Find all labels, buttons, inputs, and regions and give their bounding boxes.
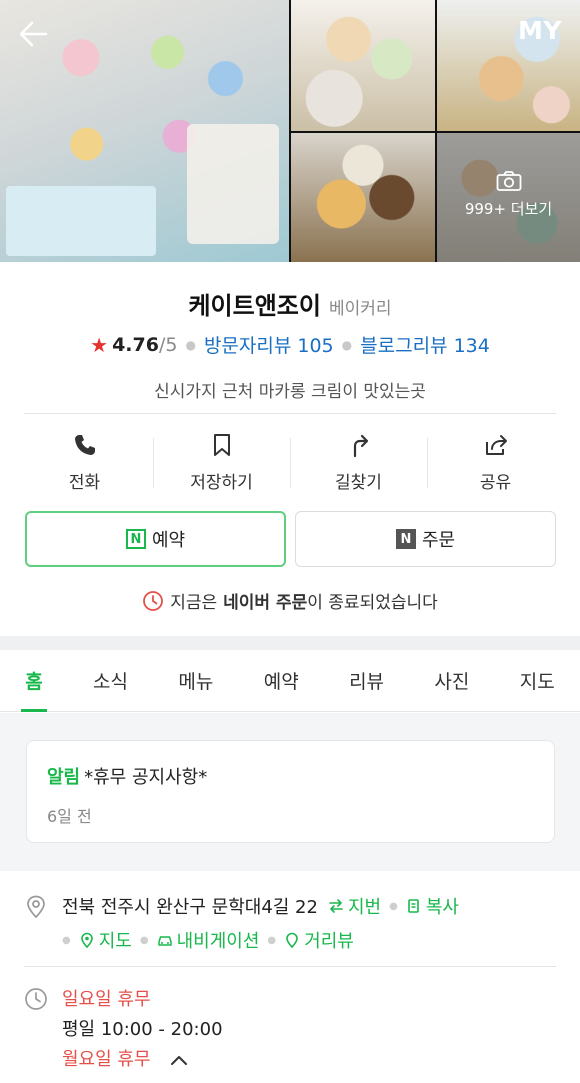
clock-icon: [25, 988, 47, 1010]
more-photos-button[interactable]: 999+ 더보기: [437, 170, 580, 219]
hours-monday: 월요일 휴무: [62, 1049, 151, 1070]
bookmark-icon: [213, 434, 230, 456]
order-closed-notice: 지금은 네이버 주문 이 종료되었습니다: [0, 588, 580, 613]
tab-map[interactable]: 지도: [516, 650, 559, 712]
map-pin-icon: [80, 932, 93, 948]
separator-dot: ●: [62, 934, 71, 946]
share-button[interactable]: 공유: [427, 432, 564, 496]
navigation-link[interactable]: 내비게이션: [157, 927, 260, 953]
divider: [24, 413, 556, 414]
naver-order-icon: N: [395, 529, 416, 549]
photo-thumb-1[interactable]: [291, 0, 435, 131]
navigation-label: 내비게이션: [176, 931, 260, 952]
star-icon: ★: [90, 332, 109, 357]
camera-icon: [496, 171, 521, 191]
back-arrow-icon[interactable]: [16, 16, 52, 52]
hours-weekday: 평일 10:00 - 20:00: [62, 1019, 223, 1040]
chevron-up-icon[interactable]: [170, 1054, 188, 1066]
tab-reviews[interactable]: 리뷰: [345, 650, 388, 712]
tab-home[interactable]: 홈: [21, 650, 48, 712]
save-label: 저장하기: [190, 473, 253, 493]
call-label: 전화: [68, 473, 101, 493]
copy-button[interactable]: 복사: [406, 893, 459, 919]
reserve-label: 예약: [151, 530, 186, 551]
share-icon: [485, 435, 507, 455]
blog-reviews-link[interactable]: 블로그리뷰 134: [360, 331, 490, 358]
hours-sunday: 일요일 휴무: [62, 989, 151, 1010]
streetview-pin-icon: [286, 932, 298, 948]
tab-reservation[interactable]: 예약: [260, 650, 303, 712]
copy-label: 복사: [425, 897, 459, 918]
streetview-label: 거리뷰: [304, 931, 354, 952]
alert-title: *휴무 공지사항*: [84, 767, 208, 788]
tab-news[interactable]: 소식: [89, 650, 132, 712]
rating-row: ★ 4.76 /5 ● 방문자리뷰 105 ● 블로그리뷰 134: [0, 331, 580, 358]
tab-bar: 홈 소식 메뉴 예약 리뷰 사진 지도: [0, 650, 580, 712]
photo-gallery[interactable]: 999+ 더보기 MY: [0, 0, 580, 262]
divider: [24, 966, 556, 967]
share-label: 공유: [479, 473, 512, 493]
place-summary: 케이트앤조이 베이커리 ★ 4.76 /5 ● 방문자리뷰 105 ● 블로그리…: [0, 262, 580, 402]
separator-dot: ●: [341, 337, 353, 352]
directions-icon: [353, 434, 368, 458]
photo-thumb-3[interactable]: [291, 133, 435, 262]
car-icon: [157, 936, 172, 946]
photo-box-shape: [6, 186, 156, 256]
streetview-link[interactable]: 거리뷰: [284, 927, 354, 953]
directions-button[interactable]: 길찾기: [290, 432, 427, 496]
section-gap: [0, 636, 580, 650]
place-category: 베이커리: [328, 299, 392, 319]
order-label: 주문: [421, 530, 456, 551]
address-row: 전북 전주시 완산구 문학대4길 22 지번 ● 복사 ● 지도 ● 내비게이션…: [24, 893, 556, 953]
place-name: 케이트앤조이: [188, 292, 321, 320]
map-link[interactable]: 지도: [79, 927, 132, 953]
alert-title-row: 알림 *휴무 공지사항*: [47, 763, 534, 789]
reserve-button[interactable]: N 예약: [25, 511, 286, 567]
rating-scale: /5: [158, 333, 178, 356]
jibun-button[interactable]: 지번: [328, 893, 381, 919]
separator-dot: ●: [267, 934, 277, 946]
rating-score: 4.76: [112, 333, 159, 356]
tab-photos[interactable]: 사진: [430, 650, 473, 712]
separator-dot: ●: [185, 337, 196, 352]
map-label: 지도: [98, 931, 132, 952]
notice-highlight: 네이버 주문: [223, 593, 308, 613]
action-bar: 전화 저장하기 길찾기 공유: [16, 432, 564, 496]
save-button[interactable]: 저장하기: [153, 432, 290, 496]
phone-icon: [74, 435, 95, 455]
separator-dot: ●: [389, 900, 398, 912]
photo-tray-shape: [187, 124, 279, 244]
alert-card[interactable]: 알림 *휴무 공지사항* 6일 전: [26, 740, 555, 843]
tab-menu[interactable]: 메뉴: [174, 650, 217, 712]
clock-icon: [143, 590, 164, 611]
notice-suffix: 이 종료되었습니다: [307, 593, 438, 613]
alert-time: 6일 전: [47, 807, 92, 826]
swap-arrows-icon: [329, 899, 343, 913]
copy-icon: [408, 899, 419, 913]
hours-row[interactable]: 일요일 휴무 평일 10:00 - 20:00 월요일 휴무: [24, 985, 556, 1075]
order-button[interactable]: N 주문: [295, 511, 556, 567]
address-text: 전북 전주시 완산구 문학대4길 22: [62, 897, 318, 918]
directions-label: 길찾기: [335, 473, 382, 493]
more-photos-label: 999+ 더보기: [464, 200, 553, 218]
location-pin-icon: [27, 895, 45, 919]
hours-monday-row: 월요일 휴무: [62, 1045, 556, 1075]
place-description: 신시가지 근처 마카롱 크림이 맛있는곳: [154, 382, 426, 402]
visitor-reviews-link[interactable]: 방문자리뷰 105: [204, 331, 334, 358]
separator-dot: ●: [139, 934, 149, 946]
notice-prefix: 지금은: [170, 593, 218, 613]
jibun-label: 지번: [347, 897, 382, 918]
call-button[interactable]: 전화: [16, 432, 153, 496]
my-button[interactable]: MY: [518, 16, 562, 45]
alert-tag: 알림: [47, 767, 81, 788]
naver-booking-icon: N: [125, 529, 146, 549]
